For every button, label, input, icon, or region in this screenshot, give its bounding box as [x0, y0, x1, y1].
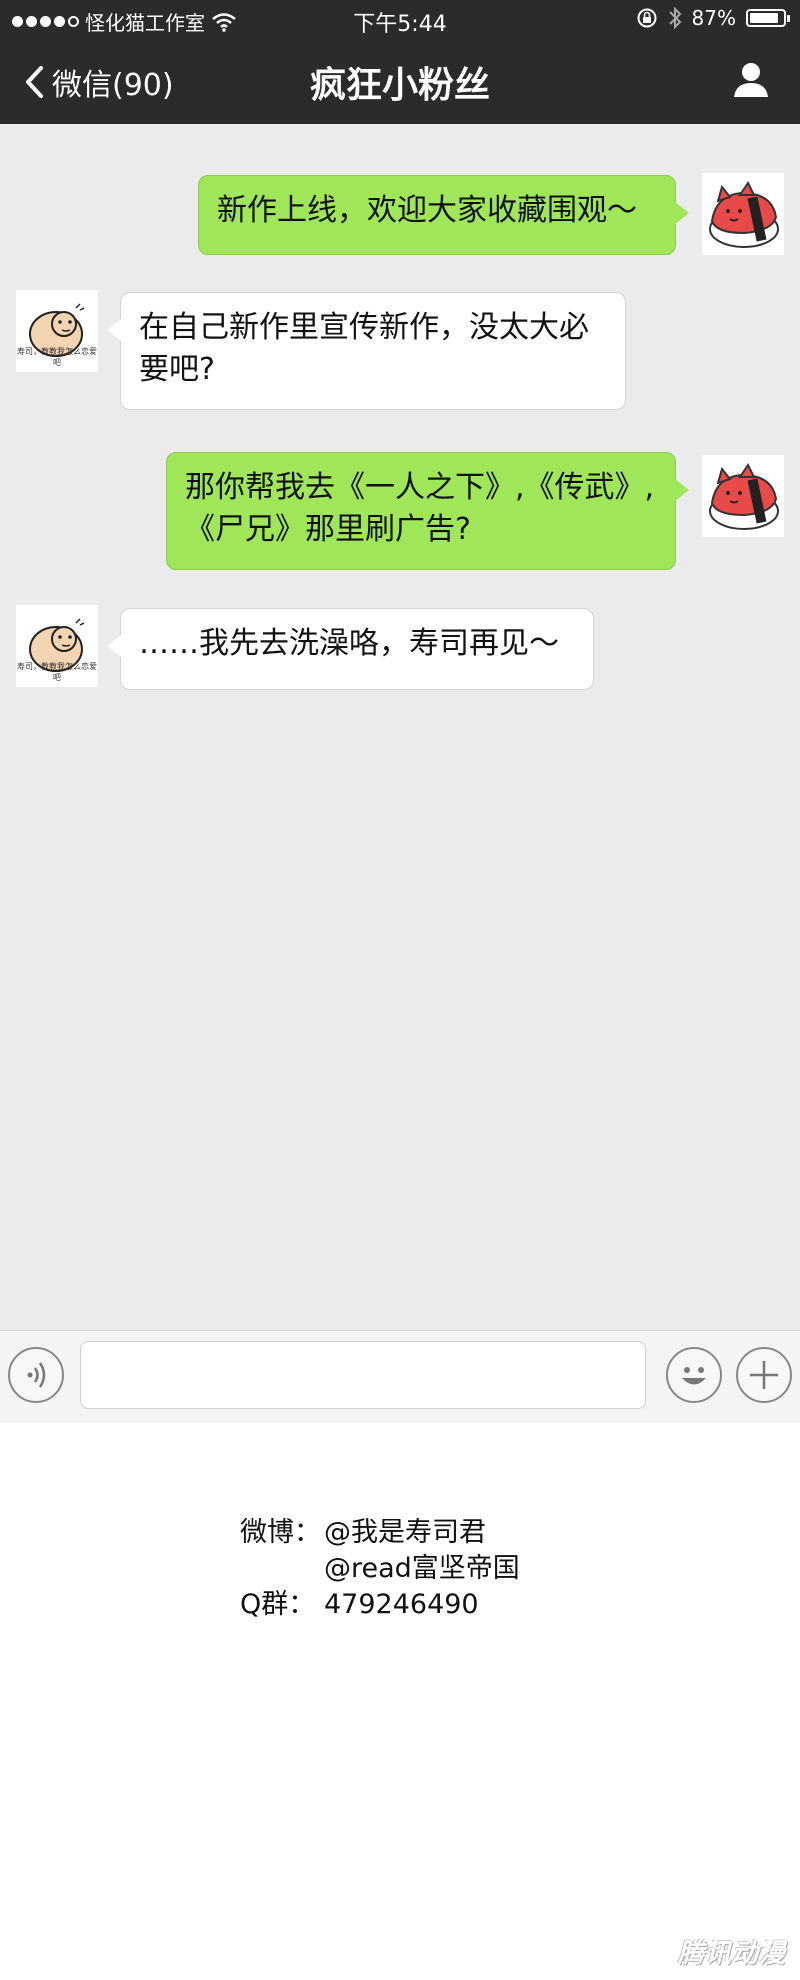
message-bubble-me[interactable]: 那你帮我去《一人之下》,《传武》, 《尸兄》那里刷广告?	[166, 452, 689, 570]
contact-avatar[interactable]: 寿司，教教我怎么恋爱吧	[16, 290, 98, 372]
sushi-cat-avatar	[709, 181, 779, 248]
battery-icon	[746, 9, 790, 27]
author-credits: 微博： @我是寿司君 @read富坚帝国 Q群： 479246490	[240, 1515, 520, 1623]
message-text: 要吧?	[139, 352, 215, 387]
emoji-button[interactable]	[666, 1347, 722, 1403]
watermark: 腾讯动漫	[677, 1939, 786, 1969]
weibo-handle: @read富坚帝国	[324, 1553, 520, 1584]
chat-info-button[interactable]	[732, 60, 770, 102]
qq-group-number: 479246490	[324, 1589, 479, 1620]
weibo-label: 微博：	[240, 1517, 321, 1548]
status-bar: 怪化猫工作室 下午5:44 87%	[0, 0, 800, 38]
nav-bar: 微信(90) 疯狂小粉丝	[0, 38, 800, 124]
message-text: 新作上线，欢迎大家收藏围观～	[217, 193, 637, 228]
avatar-caption: 寿司，教教我怎么恋爱吧	[17, 347, 97, 367]
plus-icon	[750, 1361, 778, 1389]
emoji-icon	[682, 1367, 706, 1385]
my-avatar[interactable]	[702, 455, 784, 537]
contact-avatar[interactable]: 寿司，教教我怎么恋爱吧	[16, 605, 98, 687]
chat-title: 疯狂小粉丝	[309, 65, 490, 106]
qq-label: Q群：	[240, 1589, 316, 1620]
weibo-handle: @我是寿司君	[324, 1517, 486, 1548]
message-text: 那你帮我去《一人之下》,《传武》,	[185, 470, 655, 505]
message-text: 《尸兄》那里刷广告?	[185, 512, 471, 547]
message-bubble-me[interactable]: 新作上线，欢迎大家收藏围观～	[198, 175, 689, 255]
avatar-caption: 寿司，教教我怎么恋爱吧	[17, 662, 97, 682]
rotation-lock-icon	[637, 8, 657, 28]
more-button[interactable]	[736, 1347, 792, 1403]
status-right: 87%	[636, 6, 790, 30]
message-input[interactable]	[80, 1341, 646, 1409]
message-bubble-other[interactable]: 在自己新作里宣传新作，没太大必 要吧?	[107, 292, 626, 410]
sushi-cat-avatar	[709, 463, 779, 530]
message-bubble-other[interactable]: ……我先去洗澡咯，寿司再见～	[107, 608, 594, 690]
voice-button[interactable]	[8, 1347, 64, 1403]
voice-icon	[27, 1362, 46, 1388]
message-text: ……我先去洗澡咯，寿司再见～	[139, 626, 559, 661]
input-bar	[0, 1330, 800, 1423]
my-avatar[interactable]	[702, 173, 784, 255]
chat-screen: 怪化猫工作室 下午5:44 87% 微信(90) 疯狂小粉丝 新作上线，欢迎大家…	[0, 0, 800, 1423]
message-text: 在自己新作里宣传新作，没太大必	[139, 310, 589, 345]
bluetooth-icon	[668, 6, 681, 30]
battery-percent: 87%	[691, 6, 736, 30]
person-icon	[734, 63, 768, 97]
